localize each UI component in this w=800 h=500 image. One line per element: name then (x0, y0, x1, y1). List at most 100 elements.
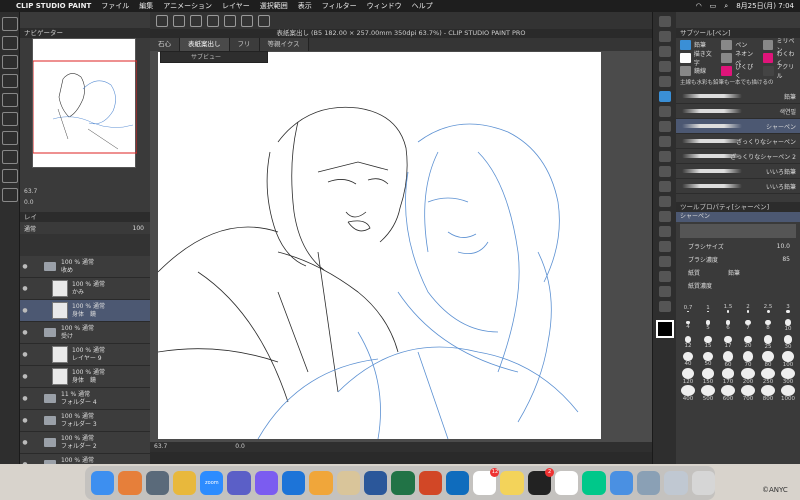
brush-size-preset[interactable]: 50 (698, 351, 718, 368)
dock-app-notes-icon[interactable] (500, 471, 524, 495)
subtool-group[interactable]: 鏡線 (676, 64, 717, 77)
brush-size-preset[interactable]: 12 (678, 334, 698, 351)
navigator-tab[interactable]: ナビゲーター (20, 28, 150, 38)
brush-size-preset[interactable]: 250 (758, 368, 778, 385)
dock-app-script-icon[interactable] (336, 471, 360, 495)
paper-value[interactable]: 鉛筆 (728, 268, 740, 277)
dock-app-finder2-icon[interactable] (609, 471, 633, 495)
brush-item[interactable]: シャーペン (676, 119, 800, 134)
menu-layer[interactable]: レイヤー (222, 1, 250, 11)
visibility-eye-icon[interactable]: ● (20, 351, 30, 358)
figure-tool-icon[interactable] (658, 226, 671, 237)
brush-density-value[interactable]: 85 (782, 256, 790, 263)
dock-app-onedrive-icon[interactable] (282, 471, 306, 495)
brush-size-preset[interactable]: 120 (678, 368, 698, 385)
brush-item[interactable]: ざっくりなシャーペン (676, 134, 800, 149)
brush-size-preset[interactable]: 15 (698, 334, 718, 351)
brush-size-preset[interactable]: 60 (718, 351, 738, 368)
dock-app-powerpoint-icon[interactable] (418, 471, 442, 495)
dock-app-webtoon-icon[interactable] (582, 471, 606, 495)
layer-row[interactable]: ● 100 % 通常 フォルダー 3 (20, 410, 150, 432)
brush-size-preset[interactable]: 5 (698, 317, 718, 334)
brush-size-preset[interactable]: 400 (678, 385, 698, 402)
layer-row[interactable]: ● 100 % 通常 受け (20, 322, 150, 344)
visibility-eye-icon[interactable]: ● (20, 307, 30, 314)
brush-item[interactable]: いいろ鉛筆 (676, 164, 800, 179)
navigator-thumbnail[interactable] (32, 38, 138, 168)
menu-file[interactable]: ファイル (101, 1, 129, 11)
battery-icon[interactable]: ▭ (710, 2, 717, 10)
doc-tab[interactable]: 石心 (150, 38, 180, 51)
visibility-eye-icon[interactable]: ● (20, 285, 30, 292)
tool-icon[interactable] (1, 93, 18, 107)
blend-tool-icon[interactable] (658, 181, 671, 192)
dock-app-zoom-icon[interactable]: zoom (200, 471, 224, 495)
gradient-tool-icon[interactable] (658, 211, 671, 222)
undo-icon[interactable] (156, 14, 168, 27)
fill-icon[interactable] (207, 14, 219, 27)
brush-size-preset[interactable]: 0.7 (678, 300, 698, 317)
brush-size-preset[interactable]: 700 (738, 385, 758, 402)
brush-tool-icon[interactable] (658, 121, 671, 132)
brush-item[interactable]: ざっくりなシャーペン 2 (676, 149, 800, 164)
brush-size-preset[interactable]: 6 (718, 317, 738, 334)
canvas-angle[interactable]: 0.0 (235, 443, 245, 450)
brush-size-preset[interactable]: 70 (738, 351, 758, 368)
clear-icon[interactable] (190, 14, 202, 27)
pencil-tool-icon[interactable] (658, 106, 671, 117)
brush-size-preset[interactable]: 170 (718, 368, 738, 385)
brush-size-row[interactable]: ブラシサイズ 10.0 (676, 240, 800, 253)
dock-app-teams-icon[interactable] (227, 471, 251, 495)
brush-item[interactable]: いいろ鉛筆 (676, 179, 800, 194)
subtool-group[interactable]: アクリル (759, 64, 800, 80)
opacity-value[interactable]: 100 (133, 225, 144, 232)
snap-icon[interactable] (258, 14, 270, 27)
subtool-group[interactable]: 描き文字 (676, 51, 717, 67)
brush-size-preset[interactable]: 2.5 (758, 300, 778, 317)
tool-icon[interactable] (1, 131, 18, 145)
brush-item[interactable]: 색연필 (676, 104, 800, 119)
visibility-eye-icon[interactable]: ● (20, 373, 30, 380)
eyedropper-icon[interactable] (658, 76, 671, 87)
app-name[interactable]: CLIP STUDIO PAINT (16, 2, 91, 10)
dock-app-outlook-icon[interactable] (445, 471, 470, 495)
brush-size-preset[interactable]: 2 (738, 300, 758, 317)
dock-app-desktop-icon[interactable] (664, 471, 688, 495)
ruler-tool-icon[interactable] (658, 256, 671, 267)
color-swatch[interactable] (655, 320, 674, 338)
redo-icon[interactable] (173, 14, 185, 27)
clock[interactable]: 8月25日(月) 7:04 (736, 1, 794, 11)
doc-tab[interactable]: フリ (229, 38, 260, 51)
subview-panel[interactable]: サブビュー (160, 51, 268, 63)
tool-icon[interactable] (1, 169, 18, 183)
layer-row[interactable]: ● 100 % 通常 フォルダー 2 (20, 432, 150, 454)
dock-app-trash-icon[interactable] (691, 471, 715, 495)
brush-size-preset[interactable]: 600 (718, 385, 738, 402)
brush-size-preset[interactable]: 150 (698, 368, 718, 385)
text-tool-icon[interactable] (658, 271, 671, 282)
layer-row[interactable]: ● 100 % 通常 身体 鏡 (20, 300, 150, 322)
paper-density-row[interactable]: 紙質濃度 (676, 279, 800, 292)
tool-icon[interactable] (1, 55, 18, 69)
visibility-eye-icon[interactable]: ● (20, 395, 30, 402)
menu-window[interactable]: ウィンドウ (367, 1, 402, 11)
search-icon[interactable]: ⌕ (724, 2, 728, 11)
airbrush-tool-icon[interactable] (658, 136, 671, 147)
brush-size-preset[interactable]: 500 (698, 385, 718, 402)
dock-app-photos-icon[interactable] (309, 471, 333, 495)
nav-zoom-value[interactable]: 63.7 (24, 188, 146, 195)
doc-tab-active[interactable]: 表紙案出し (180, 38, 230, 51)
menu-edit[interactable]: 編集 (139, 1, 153, 11)
dock-app-clip-icon[interactable] (555, 471, 579, 495)
dock-app-excel-icon[interactable] (391, 471, 415, 495)
brush-size-preset[interactable]: 100 (778, 351, 798, 368)
visibility-eye-icon[interactable]: ● (20, 439, 30, 446)
layer-row[interactable]: ● 11 % 通常 フォルダー 4 (20, 388, 150, 410)
dock-app-finder-icon[interactable] (91, 471, 115, 495)
brush-size-preset[interactable]: 7 (738, 317, 758, 334)
tool-icon[interactable] (1, 112, 18, 126)
frame-tool-icon[interactable] (658, 241, 671, 252)
menu-view[interactable]: 表示 (298, 1, 312, 11)
brush-size-preset[interactable]: 8 (758, 317, 778, 334)
brush-size-preset[interactable]: 1.5 (718, 300, 738, 317)
